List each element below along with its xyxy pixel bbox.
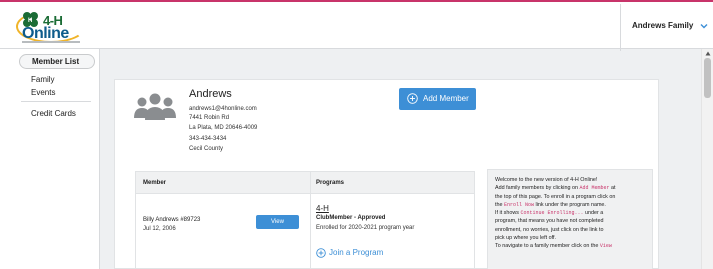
column-header-programs: Programs	[316, 180, 345, 186]
join-program-label: Join a Program	[329, 248, 384, 257]
scrollbar-thumb[interactable]	[704, 58, 711, 98]
info-line: Add family members by clicking on Add Me…	[495, 185, 616, 192]
app-header: H 4-H Online Andrews Family	[0, 2, 713, 51]
sidebar: Member List Family Events Credit Cards	[0, 49, 100, 269]
family-phone: 343-434-3434	[189, 136, 227, 142]
info-line: enrollment, no worries, just click on th…	[495, 226, 604, 233]
info-line: the Enroll Now link under the program na…	[495, 201, 606, 208]
member-name: Billy Andrews #89723	[143, 217, 201, 223]
sidebar-item-family[interactable]: Family	[31, 75, 55, 84]
family-card: Andrews andrews1@4honline.com 7441 Robin…	[114, 79, 659, 269]
sidebar-item-member-list[interactable]: Member List	[19, 54, 95, 69]
info-code-view: View	[599, 243, 612, 250]
members-table: Member Programs Billy Andrews #89723 Jul…	[135, 171, 475, 269]
family-avatar-icon	[134, 93, 176, 120]
info-line: If it shows Continue Enrolling... under …	[495, 210, 604, 217]
svg-text:H: H	[28, 18, 32, 24]
family-menu[interactable]: Andrews Family	[620, 4, 713, 51]
plus-circle-icon	[407, 93, 418, 104]
view-member-button[interactable]: View	[256, 215, 299, 229]
info-code-add-member: Add Member	[579, 185, 610, 192]
sidebar-item-events[interactable]: Events	[31, 88, 55, 97]
welcome-info-box: Welcome to the new version of 4-H Online…	[487, 169, 653, 269]
scroll-up-arrow-icon[interactable]	[705, 51, 711, 56]
page-scrollbar[interactable]	[701, 49, 713, 269]
4h-online-logo[interactable]: H 4-H Online	[16, 10, 86, 43]
family-email: andrews1@4honline.com	[189, 106, 257, 112]
family-address-line2: La Plata, MD 20646-4009	[189, 125, 258, 131]
info-code-enroll-now: Enroll Now	[504, 201, 535, 208]
column-divider	[310, 172, 311, 269]
family-name: Andrews	[189, 88, 232, 100]
sidebar-divider	[21, 101, 91, 102]
info-line: program, that means you have not complet…	[495, 218, 604, 225]
column-header-member: Member	[143, 180, 167, 186]
family-menu-label: Andrews Family	[632, 21, 694, 30]
info-line: Welcome to the new version of 4-H Online…	[495, 177, 598, 183]
info-line: the top of this page. To enroll in a pro…	[495, 193, 616, 200]
info-code-continue-enrolling: Continue Enrolling...	[520, 210, 584, 217]
member-dob: Jul 12, 2006	[143, 226, 176, 232]
family-county: Cecil County	[189, 146, 224, 152]
program-enrollment: Enrolled for 2020-2021 program year	[316, 225, 415, 231]
program-status: ClubMember - Approved	[316, 215, 386, 221]
plus-circle-icon	[316, 248, 326, 258]
sidebar-item-credit-cards[interactable]: Credit Cards	[31, 109, 76, 118]
table-header: Member Programs	[136, 172, 474, 194]
logo-tagline	[22, 41, 80, 43]
info-line: pick up where you left off.	[495, 235, 557, 242]
add-member-label: Add Member	[423, 94, 469, 103]
program-name-link[interactable]: 4-H	[316, 204, 329, 213]
family-address-line1: 7441 Robin Rd	[189, 115, 230, 121]
sidebar-item-label: Member List	[32, 57, 80, 66]
chevron-down-icon	[700, 24, 708, 29]
info-line: To navigate to a family member click on …	[495, 243, 612, 250]
add-member-button[interactable]: Add Member	[399, 88, 476, 110]
